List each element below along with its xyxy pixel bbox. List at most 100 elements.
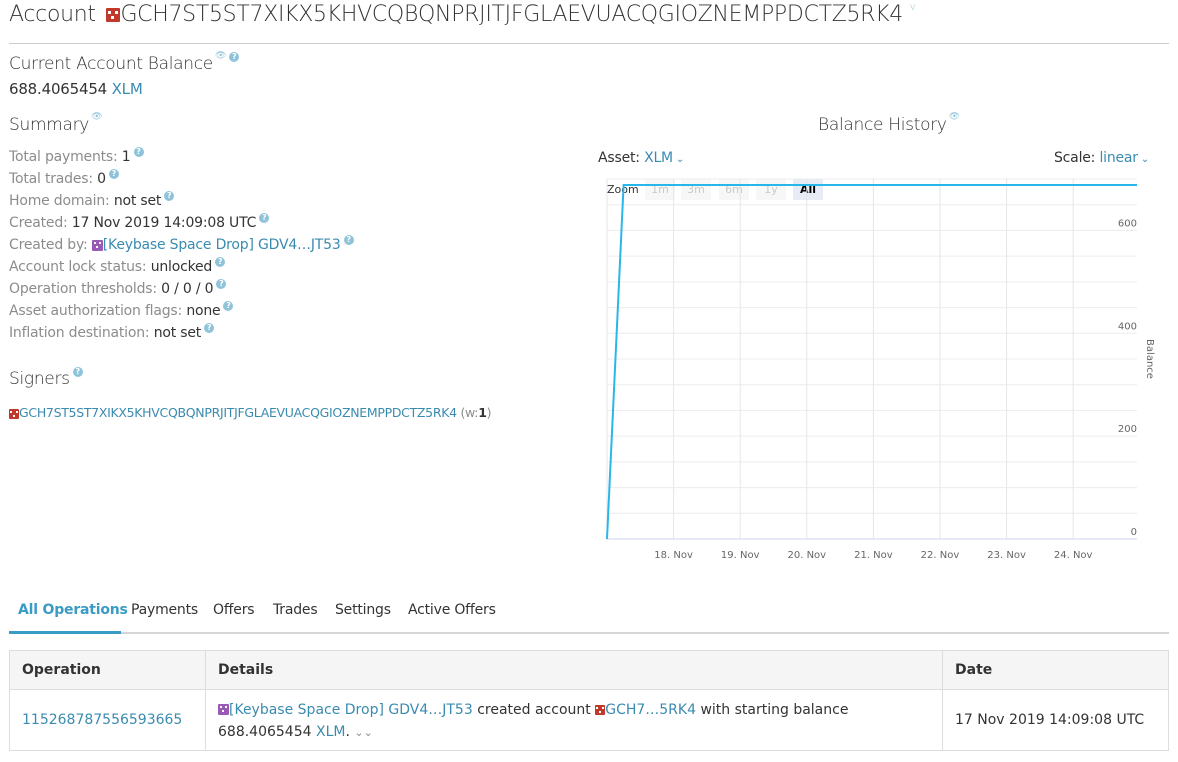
summary-heading: Summary 👁: [9, 112, 103, 135]
chevron-down-icon[interactable]: ⌄: [673, 154, 684, 165]
summary-value: unlocked: [150, 259, 213, 275]
scale-selector[interactable]: Scale: linear ⌄: [1054, 150, 1149, 166]
x-tick-label: 24. Nov: [1054, 550, 1093, 561]
expand-icon[interactable]: ⌄⌄: [354, 726, 372, 739]
balance-history-heading: Balance History 👁: [818, 112, 960, 135]
summary-row: Home domain: not set?: [9, 191, 175, 209]
x-tick-label: 19. Nov: [721, 550, 760, 561]
tab-trades[interactable]: Trades: [273, 602, 318, 618]
help-icon[interactable]: ?: [72, 367, 83, 377]
eye-icon[interactable]: 👁: [91, 112, 102, 122]
balance-label: Current Account Balance: [9, 54, 213, 74]
summary-value: 0: [97, 171, 106, 187]
asset-link[interactable]: XLM: [316, 724, 345, 740]
weight-prefix: (w:: [460, 405, 479, 420]
x-tick-label: 23. Nov: [987, 550, 1026, 561]
summary-row: Asset authorization flags: none?: [9, 301, 234, 319]
signer-avatar-icon: [9, 408, 19, 419]
asset-selector[interactable]: Asset: XLM ⌄: [598, 150, 684, 166]
creator-avatar-icon: [91, 239, 103, 251]
column-header-date[interactable]: Date: [942, 650, 1169, 690]
help-icon[interactable]: ?: [204, 323, 215, 333]
summary-label: Home domain:: [9, 193, 110, 209]
y-tick-label: 0: [1131, 527, 1137, 538]
help-icon[interactable]: ?: [343, 235, 354, 245]
summary-value: not set: [153, 325, 202, 341]
summary-row: Account lock status: unlocked?: [9, 257, 226, 275]
operations-table: Operation Details Date 11526878755659366…: [9, 650, 1169, 751]
scale-label: Scale:: [1054, 150, 1096, 166]
x-tick-label: 21. Nov: [854, 550, 893, 561]
summary-label: Account lock status:: [9, 259, 147, 275]
summary-value: none: [186, 303, 221, 319]
y-axis-label: Balance: [1144, 339, 1155, 379]
summary-row: Created: 17 Nov 2019 14:09:08 UTC?: [9, 213, 270, 231]
summary-row: Created by: [Keybase Space Drop] GDV4…JT…: [9, 235, 354, 253]
tab-settings[interactable]: Settings: [335, 602, 391, 618]
table-header-row: Operation Details Date: [9, 650, 1169, 690]
summary-label: Asset authorization flags:: [9, 303, 183, 319]
scale-value[interactable]: linear: [1099, 150, 1138, 166]
summary-label: Total payments:: [9, 149, 118, 165]
balance-amount: 688.4065454: [9, 80, 108, 98]
chevron-down-icon[interactable]: ⌄: [1138, 154, 1149, 165]
eye-icon[interactable]: 👁: [215, 51, 226, 61]
tab-offers[interactable]: Offers: [213, 602, 255, 618]
help-icon[interactable]: ?: [229, 52, 240, 62]
starting-balance-amount: 688.4065454: [218, 723, 312, 740]
help-icon[interactable]: ?: [259, 213, 270, 223]
help-icon[interactable]: ?: [216, 279, 227, 289]
asset-value[interactable]: XLM: [644, 150, 673, 166]
balance-heading: Current Account Balance 👁?: [9, 51, 240, 74]
creator-link[interactable]: [Keybase Space Drop] GDV4…JT53: [103, 237, 341, 253]
balance-value: 688.4065454 XLM: [9, 80, 143, 98]
help-icon[interactable]: ?: [215, 257, 226, 267]
signer-row: GCH7ST5ST7XIKX5KHVCQBQNPRJITJFGLAEVUACQG…: [9, 405, 491, 420]
tab-payments[interactable]: Payments: [131, 602, 198, 618]
summary-label: Created:: [9, 215, 68, 231]
summary-row: Total payments: 1?: [9, 147, 144, 165]
summary-title: Summary: [9, 115, 90, 135]
help-icon[interactable]: ?: [223, 301, 234, 311]
operation-cell: 115268787556593665: [9, 689, 206, 751]
created-account-link[interactable]: GCH7…5RK4: [605, 702, 696, 718]
date-cell: 17 Nov 2019 14:09:08 UTC: [942, 689, 1169, 751]
signer-key-link[interactable]: GCH7ST5ST7XIKX5KHVCQBQNPRJITJFGLAEVUACQG…: [19, 405, 457, 420]
account-avatar-icon: [106, 8, 121, 22]
summary-label: Operation thresholds:: [9, 281, 157, 297]
page-title: Account GCH7ST5ST7XIKX5KHVCQBQNPRJITJFGL…: [9, 2, 916, 27]
table-row: 115268787556593665 [Keybase Space Drop] …: [9, 689, 1169, 751]
balance-asset-link[interactable]: XLM: [112, 80, 143, 98]
eye-icon[interactable]: 👁: [949, 112, 960, 122]
balance-history-chart: 0 200 400 600 18. Nov 19. Nov 20. Nov 21. Nov 22…: [606, 178, 1155, 561]
action-text: created account: [477, 701, 591, 718]
title-divider: [9, 43, 1169, 44]
creator-link[interactable]: [Keybase Space Drop] GDV4…JT53: [229, 702, 473, 718]
x-tick-label: 18. Nov: [654, 550, 693, 561]
tabs-divider: [9, 632, 1169, 634]
balance-series-line: [606, 184, 1137, 540]
summary-value: 17 Nov 2019 14:09:08 UTC: [71, 215, 257, 231]
y-tick-label: 400: [1118, 321, 1137, 332]
column-header-details: Details: [205, 650, 943, 690]
help-icon[interactable]: ?: [164, 191, 175, 201]
active-tab-indicator: [9, 631, 121, 634]
summary-value: not set: [113, 193, 162, 209]
tab-active-offers[interactable]: Active Offers: [408, 602, 496, 618]
summary-row: Total trades: 0?: [9, 169, 119, 187]
x-tick-label: 22. Nov: [921, 550, 960, 561]
summary-label: Total trades:: [9, 171, 93, 187]
title-prefix: Account: [9, 2, 96, 27]
account-id: GCH7ST5ST7XIKX5KHVCQBQNPRJITJFGLAEVUACQG…: [120, 2, 903, 27]
tab-all-operations[interactable]: All Operations: [18, 602, 128, 618]
chevron-down-icon[interactable]: v: [910, 2, 916, 13]
operation-id-link[interactable]: 115268787556593665: [22, 712, 182, 728]
asset-label: Asset:: [598, 150, 640, 166]
column-header-operation[interactable]: Operation: [9, 650, 206, 690]
help-icon[interactable]: ?: [133, 147, 144, 157]
y-tick-label: 200: [1118, 424, 1137, 435]
help-icon[interactable]: ?: [108, 169, 119, 179]
summary-label: Inflation destination:: [9, 325, 150, 341]
balance-history-title: Balance History: [818, 115, 947, 135]
details-text: with starting balance: [700, 701, 849, 718]
